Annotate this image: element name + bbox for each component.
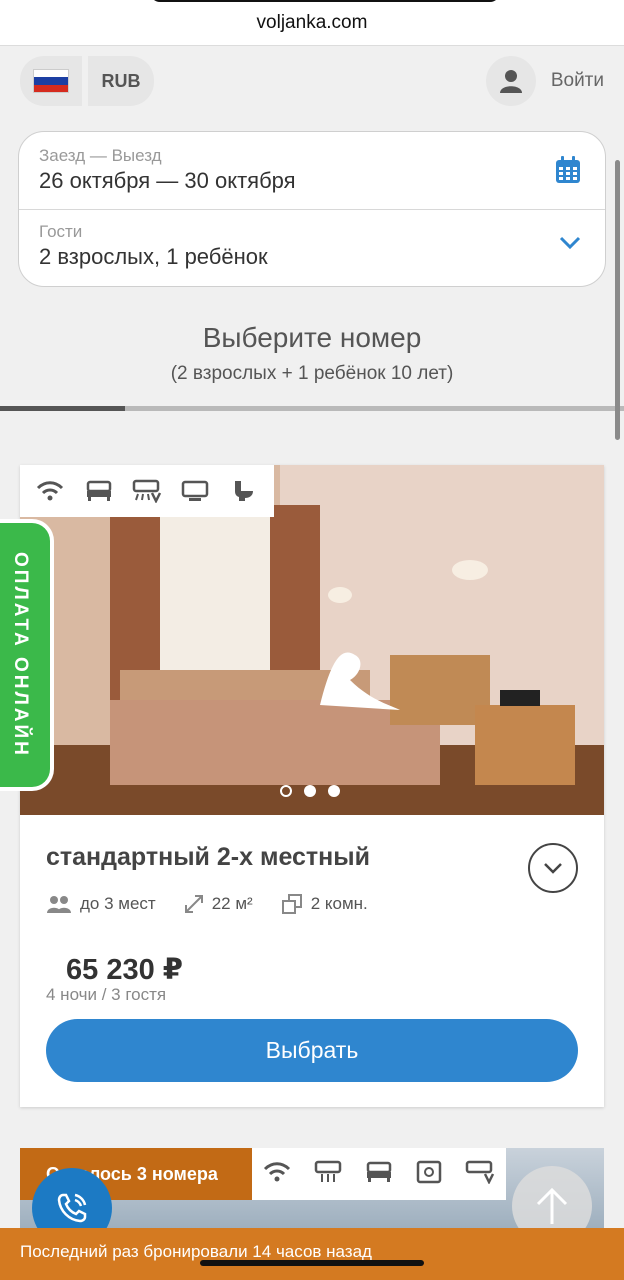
progress-fill bbox=[0, 406, 125, 411]
dates-value: 26 октября — 30 октября bbox=[39, 168, 296, 193]
rooms-icon bbox=[281, 893, 303, 915]
room-photo[interactable] bbox=[20, 465, 604, 815]
photo-dot[interactable] bbox=[280, 785, 292, 797]
bed-icon bbox=[365, 1161, 393, 1188]
russia-flag-icon bbox=[33, 69, 69, 93]
capacity-text: до 3 мест bbox=[80, 894, 156, 913]
air-conditioner-icon bbox=[314, 1160, 342, 1189]
language-button[interactable] bbox=[20, 56, 82, 106]
area-icon bbox=[184, 894, 204, 914]
tv-icon bbox=[178, 476, 212, 506]
guests-icon bbox=[46, 894, 72, 914]
dates-label: Заезд — Выезд bbox=[39, 146, 162, 165]
pay-online-tab[interactable]: ОПЛАТА ОНЛАЙН bbox=[0, 519, 54, 791]
browser-bar: voljanka.com bbox=[0, 0, 624, 46]
section-title: Выберите номер bbox=[202, 322, 422, 353]
guests-field[interactable]: Гости 2 взрослых, 1 ребёнок bbox=[19, 210, 605, 288]
rooms-text: 2 комн. bbox=[310, 894, 368, 913]
progress-bar bbox=[0, 406, 624, 411]
guests-label: Гости bbox=[39, 222, 83, 241]
section-subtitle: (2 взрослых + 1 ребёнок 10 лет) bbox=[170, 363, 454, 384]
photo-dot[interactable] bbox=[328, 785, 340, 797]
pay-online-label: ОПЛАТА ОНЛАЙН bbox=[10, 552, 31, 758]
guests-value: 2 взрослых, 1 ребёнок bbox=[39, 244, 268, 269]
amenities-bar-2 bbox=[252, 1148, 506, 1200]
dates-field[interactable]: Заезд — Выезд 26 октября — 30 октября bbox=[19, 132, 605, 209]
user-icon[interactable] bbox=[486, 56, 536, 106]
expand-button[interactable] bbox=[528, 843, 578, 893]
home-indicator[interactable] bbox=[200, 1260, 424, 1266]
room-price: 65 230 ₽ bbox=[66, 954, 183, 986]
wifi-icon bbox=[263, 1161, 291, 1188]
currency-button[interactable]: RUB bbox=[88, 56, 154, 106]
select-room-button[interactable]: Выбрать bbox=[46, 1019, 578, 1082]
calendar-icon[interactable] bbox=[555, 156, 581, 189]
air-conditioner-icon bbox=[130, 476, 164, 506]
url-text[interactable]: voljanka.com bbox=[0, 12, 624, 34]
room-specs: до 3 мест 22 м² 2 комн. bbox=[46, 893, 368, 915]
room-card: стандартный 2-х местный до 3 мест 22 м² … bbox=[20, 465, 604, 1107]
price-note: 4 ночи / 3 гостя bbox=[46, 985, 167, 1004]
toilet-icon bbox=[227, 476, 261, 506]
phone-icon bbox=[57, 1193, 87, 1223]
chevron-down-icon bbox=[544, 863, 562, 874]
bed-icon bbox=[82, 476, 116, 506]
air-conditioner-icon bbox=[465, 1160, 495, 1189]
amenities-bar bbox=[20, 465, 274, 517]
arrow-up-icon bbox=[536, 1187, 568, 1224]
wifi-icon bbox=[33, 476, 67, 506]
room-title: стандартный 2-х местный bbox=[46, 843, 370, 871]
search-form: Заезд — Выезд 26 октября — 30 октября Го… bbox=[18, 131, 606, 287]
chevron-down-icon[interactable] bbox=[559, 236, 581, 255]
page-scrollbar[interactable] bbox=[615, 160, 620, 440]
site-header: RUB Войти bbox=[20, 56, 604, 108]
device-notch bbox=[150, 0, 500, 2]
booking-notice: Последний раз бронировали 14 часов назад bbox=[0, 1228, 624, 1280]
login-link[interactable]: Войти bbox=[551, 70, 604, 92]
safe-icon bbox=[416, 1160, 442, 1189]
photo-dot[interactable] bbox=[304, 785, 316, 797]
area-text: 22 м² bbox=[211, 894, 253, 913]
photo-dots bbox=[280, 785, 340, 797]
